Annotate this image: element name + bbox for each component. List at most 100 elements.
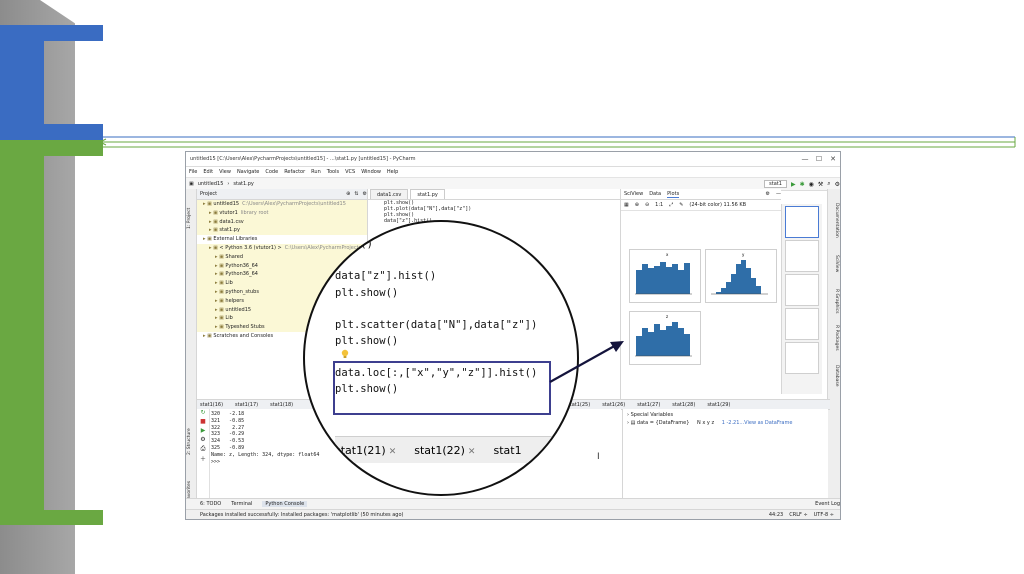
tree-row-path: library root	[240, 209, 269, 216]
console-tab[interactable]: stat1(27)	[637, 402, 660, 408]
console-tab[interactable]: stat1(17)	[235, 402, 258, 408]
maximize-button[interactable]: ☐	[812, 155, 826, 163]
plot-thumbnail[interactable]	[785, 342, 819, 374]
actual-size-icon[interactable]: 1:1	[655, 202, 663, 208]
add-icon[interactable]: ＋	[197, 454, 209, 463]
plot-thumbnail[interactable]	[785, 274, 819, 306]
console-output[interactable]: 320 -2.18 321 -0.85 322 2.27 323 -0.29 324 -…	[211, 411, 319, 465]
menu-window[interactable]: Window	[361, 169, 381, 175]
fit-icon[interactable]: ⤢	[669, 202, 673, 208]
console-tab[interactable]: stat1(29)	[707, 402, 730, 408]
magnified-code-line: plt.show()	[335, 287, 399, 299]
settings-icon[interactable]: ⚙	[197, 436, 209, 445]
special-variables-label: Special Variables	[630, 412, 674, 418]
color-picker-icon[interactable]: ✎	[679, 202, 683, 208]
view-as-dataframe-link[interactable]: 1 -2.21...View as DataFrame	[722, 420, 793, 426]
folder-icon: ▸ ▣	[215, 306, 226, 313]
menu-code[interactable]: Code	[265, 169, 278, 175]
folder-icon: ▸ ▣	[215, 288, 226, 295]
plot-thumbnail[interactable]	[785, 308, 819, 340]
r-graphics-tool-tab[interactable]: R Graphics	[834, 289, 839, 313]
tree-row[interactable]: ▸ ▣ Shared	[197, 252, 367, 262]
breadcrumb-file[interactable]: stat1.py	[233, 181, 254, 187]
tab-plots[interactable]: Plots	[667, 191, 680, 198]
magnified-tab: stat1(21) ✕	[335, 444, 396, 457]
status-message[interactable]: Packages installed successfully: Install…	[200, 512, 403, 518]
magnified-tab: stat1(22) ✕	[414, 444, 475, 457]
tree-row-label: Lib	[225, 315, 233, 322]
event-log-tab[interactable]: Event Log	[815, 501, 840, 507]
python-console-tab[interactable]: Python Console	[262, 501, 308, 507]
run-config-select[interactable]: stat1	[764, 180, 787, 188]
menu-vcs[interactable]: VCS	[345, 169, 355, 175]
close-button[interactable]: ✕	[826, 155, 840, 163]
variable-data[interactable]: › ▤ data = {DataFrame} N x y z 1 -2.21..…	[623, 418, 828, 426]
menu-edit[interactable]: Edit	[203, 169, 213, 175]
caret-position[interactable]: 44:23	[769, 512, 783, 518]
structure-tool-tab[interactable]: 2: Structure	[187, 428, 192, 455]
print-icon[interactable]: ⎙	[197, 445, 209, 454]
tree-row[interactable]: ▸ ▣ untitled15 C:\Users\Alex\PycharmProje…	[197, 200, 367, 209]
console-tab[interactable]: stat1(18)	[270, 402, 293, 408]
minimize-panel-icon[interactable]: —	[776, 191, 781, 197]
pointer-arrow-icon	[549, 341, 624, 383]
console-tab[interactable]: stat1(26)	[602, 402, 625, 408]
run-icon[interactable]: ▶	[791, 181, 796, 188]
magnified-code-line: plt.show()	[335, 335, 399, 347]
run-icon[interactable]: ▶	[197, 427, 209, 436]
coverage-icon[interactable]: ◉	[809, 181, 814, 188]
folder-icon: ▸ ▣	[215, 315, 226, 322]
code-lines[interactable]: plt.show() plt.plot(data["N"],data["z"])…	[368, 200, 620, 224]
menu-refactor[interactable]: Refactor	[284, 169, 305, 175]
zoom-out-icon[interactable]: ⊖	[645, 202, 649, 208]
menu-help[interactable]: Help	[387, 169, 398, 175]
gear-icon[interactable]: ⚙	[766, 191, 770, 197]
file-encoding[interactable]: UTF-8 ÷	[814, 512, 834, 518]
breadcrumb-project[interactable]: untitled15	[198, 181, 224, 187]
project-tool-tab[interactable]: 1: Project	[187, 208, 192, 229]
build-icon[interactable]: ⚒	[818, 181, 823, 188]
todo-tab[interactable]: 6: TODO	[200, 501, 221, 507]
minimize-button[interactable]: —	[798, 155, 812, 163]
rerun-icon[interactable]: ↻	[197, 409, 209, 418]
tab-stat1-py[interactable]: stat1.py	[410, 189, 445, 199]
settings-icon[interactable]: ⚙	[835, 181, 840, 188]
variable-special[interactable]: › Special Variables	[623, 409, 828, 418]
debug-icon[interactable]: ✱	[800, 181, 805, 188]
terminal-tab[interactable]: Terminal	[231, 501, 252, 507]
histogram-x: x	[629, 249, 701, 303]
tree-row-label: untitled15	[213, 201, 240, 207]
console-line: 325 -0.89	[211, 444, 245, 451]
target-icon[interactable]: ⊕	[346, 191, 350, 197]
tree-row-label: Scratches and Consoles	[213, 332, 274, 339]
r-packages-tool-tab[interactable]: R Packages	[834, 325, 839, 351]
search-icon[interactable]: ⌕	[827, 180, 830, 188]
variables-panel: › Special Variables › ▤ data = {DataFram…	[622, 409, 828, 505]
folder-icon: ▸ ▣	[215, 324, 226, 331]
line-separator[interactable]: CRLF ÷	[789, 512, 807, 518]
project-panel-title[interactable]: Project	[200, 191, 217, 197]
database-tool-tab[interactable]: Database	[834, 365, 839, 386]
zoom-in-icon[interactable]: ⊕	[635, 202, 639, 208]
sciview-tool-tab[interactable]: SciView	[834, 255, 839, 272]
tab-data[interactable]: Data	[649, 191, 661, 197]
tab-sciview[interactable]: SciView	[624, 191, 643, 197]
tab-data1-csv[interactable]: data1.csv	[370, 189, 409, 199]
console-tab[interactable]: stat1(28)	[672, 402, 695, 408]
menu-file[interactable]: File	[189, 169, 197, 175]
gear-icon[interactable]: ⚙	[363, 191, 367, 197]
menu-tools[interactable]: Tools	[327, 169, 339, 175]
tree-row[interactable]: ▸ ▣ vtutor1 library root	[197, 208, 367, 218]
console-line: 321 -0.85	[211, 417, 245, 424]
histogram-y-bars	[716, 260, 761, 294]
menu-navigate[interactable]: Navigate	[237, 169, 259, 175]
stop-icon[interactable]: ■	[197, 418, 209, 427]
menu-run[interactable]: Run	[311, 169, 321, 175]
collapse-icon[interactable]: ⇅	[354, 191, 358, 197]
menu-view[interactable]: View	[219, 169, 231, 175]
plot-thumbnail[interactable]	[785, 240, 819, 272]
plot-thumbnail[interactable]	[785, 206, 819, 238]
grid-icon[interactable]: ▦	[624, 202, 629, 208]
console-tab[interactable]: stat1(16)	[200, 402, 223, 408]
documentation-tool-tab[interactable]: Documentation	[834, 203, 839, 238]
